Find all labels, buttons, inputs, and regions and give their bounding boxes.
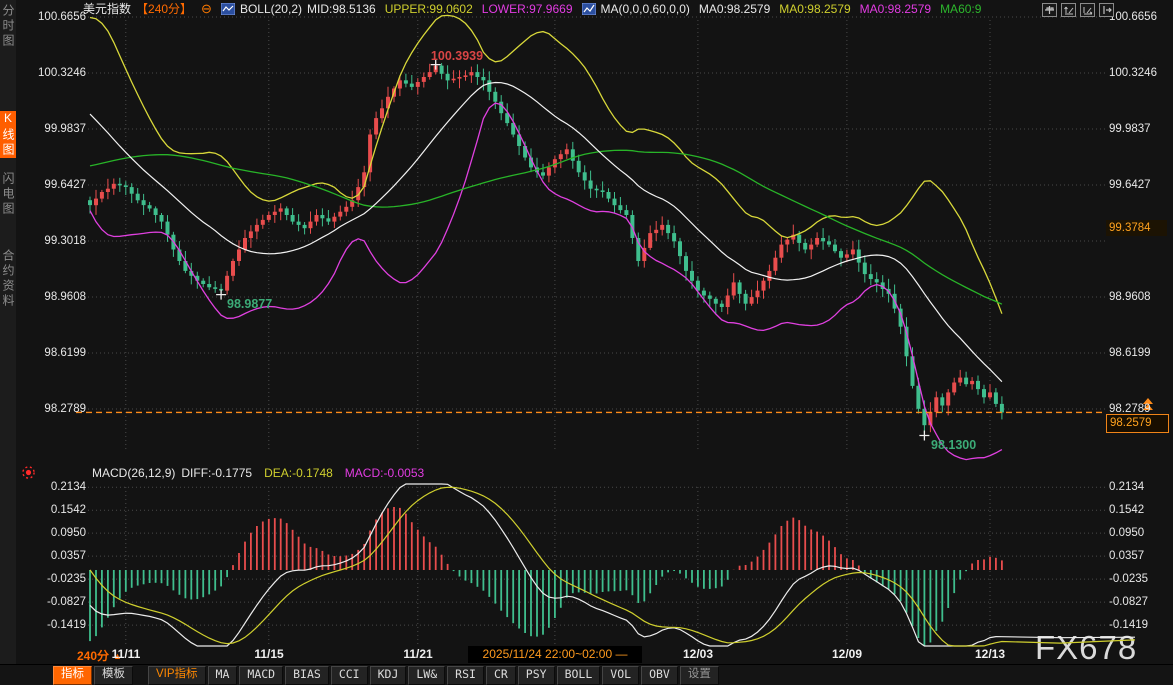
macd-hist-value: MACD:-0.0053	[345, 466, 424, 480]
boll-mid-value: MID:98.5136	[307, 2, 376, 16]
macd-diff-value: DIFF:-0.1775	[181, 466, 252, 480]
ma-title: MA(0,0,0,60,0,0)	[601, 2, 690, 16]
toolbar-button-obv[interactable]: OBV	[641, 666, 678, 685]
date-axis-label: 12/09	[811, 647, 883, 661]
date-axis-label: 11/21	[382, 647, 454, 661]
indicator-toolbar: 指标模板 VIP指标MAMACDBIASCCIKDJLW&RSICRPSYBOLL…	[0, 664, 1173, 685]
circle-minus-icon[interactable]: ⊖	[201, 3, 212, 15]
selected-candle-time-label: 2025/11/24 22:00~02:00 —	[468, 646, 642, 663]
high-price-annotation: 100.3939	[419, 49, 495, 63]
toolbar-button-psy[interactable]: PSY	[518, 666, 555, 685]
macd-title: MACD(26,12,9)	[92, 466, 175, 480]
toolbar-button-模板[interactable]: 模板	[94, 666, 133, 685]
move-tool-icon[interactable]	[1042, 3, 1057, 17]
ma0-magenta-value: MA0:98.2579	[860, 2, 931, 16]
price-marker-badge: 99.3784	[1106, 220, 1167, 236]
toolbar-button-lw[interactable]: LW&	[408, 666, 445, 685]
price-macd-chart[interactable]	[0, 0, 1173, 685]
macd-header: MACD(26,12,9) DIFF:-0.1775 DEA:-0.1748 M…	[92, 465, 424, 480]
current-price-badge: 98.2579	[1106, 414, 1169, 433]
indicator-pane-icon[interactable]	[21, 465, 36, 480]
ma60-value: MA60:9	[940, 2, 981, 16]
ma0-white-value: MA0:98.2579	[699, 2, 770, 16]
toolbar-button-vip指标[interactable]: VIP指标	[148, 666, 206, 685]
boll-lower-value: LOWER:97.9669	[482, 2, 573, 16]
zoom-horizontal-icon[interactable]	[1080, 3, 1095, 17]
period-badge[interactable]: 【240分】	[136, 0, 192, 17]
toolbar-button-指标[interactable]: 指标	[53, 666, 92, 685]
date-axis-label: 12/13	[954, 647, 1026, 661]
date-axis-label: 11/11	[90, 647, 162, 661]
low-price-annotation-left: 98.9877	[227, 297, 272, 311]
ma0-yellow-value: MA0:98.2579	[779, 2, 850, 16]
indicator-header: 美元指数 【240分】 ⊖ BOLL(20,2) MID:98.5136 UPP…	[83, 0, 981, 17]
date-axis-label: 11/15	[233, 647, 305, 661]
boll-title: BOLL(20,2)	[240, 2, 302, 16]
toolbar-button-cci[interactable]: CCI	[331, 666, 368, 685]
pan-right-icon[interactable]	[1099, 3, 1114, 17]
date-axis-label: 12/03	[662, 647, 734, 661]
boll-upper-value: UPPER:99.0602	[385, 2, 473, 16]
sidebar-tab-candlestick[interactable]: K线图	[0, 111, 16, 158]
toolbar-button-vol[interactable]: VOL	[602, 666, 639, 685]
toolbar-button-rsi[interactable]: RSI	[447, 666, 484, 685]
x-axis-row: 240分 ▲ 2025/11/24 22:00~02:00 — 11/1111/…	[0, 646, 1173, 664]
toolbar-button-设置[interactable]: 设置	[680, 666, 719, 685]
toolbar-button-bias[interactable]: BIAS	[285, 666, 329, 685]
trading-app-window: FX678 100.6656100.6656100.3246100.324699…	[0, 0, 1173, 685]
symbol-name: 美元指数	[83, 0, 131, 17]
sidebar-tab-contract-info[interactable]: 合约资料	[0, 249, 16, 309]
toolbar-button-boll[interactable]: BOLL	[557, 666, 601, 685]
boll-indicator-icon[interactable]	[221, 3, 235, 15]
chart-tool-buttons	[1042, 3, 1114, 17]
chart-type-sidebar: 分时图 K线图 闪电图 合约资料	[0, 0, 16, 664]
toolbar-button-macd[interactable]: MACD	[239, 666, 283, 685]
low-price-annotation-right: 98.1300	[931, 438, 976, 452]
toolbar-button-kdj[interactable]: KDJ	[370, 666, 407, 685]
macd-dea-value: DEA:-0.1748	[264, 466, 333, 480]
zoom-vertical-icon[interactable]	[1061, 3, 1076, 17]
sidebar-tab-timeline[interactable]: 分时图	[0, 4, 16, 49]
toolbar-button-cr[interactable]: CR	[486, 666, 516, 685]
toolbar-button-ma[interactable]: MA	[208, 666, 238, 685]
sidebar-tab-lightning[interactable]: 闪电图	[0, 172, 16, 217]
ma-indicator-icon[interactable]	[582, 3, 596, 15]
